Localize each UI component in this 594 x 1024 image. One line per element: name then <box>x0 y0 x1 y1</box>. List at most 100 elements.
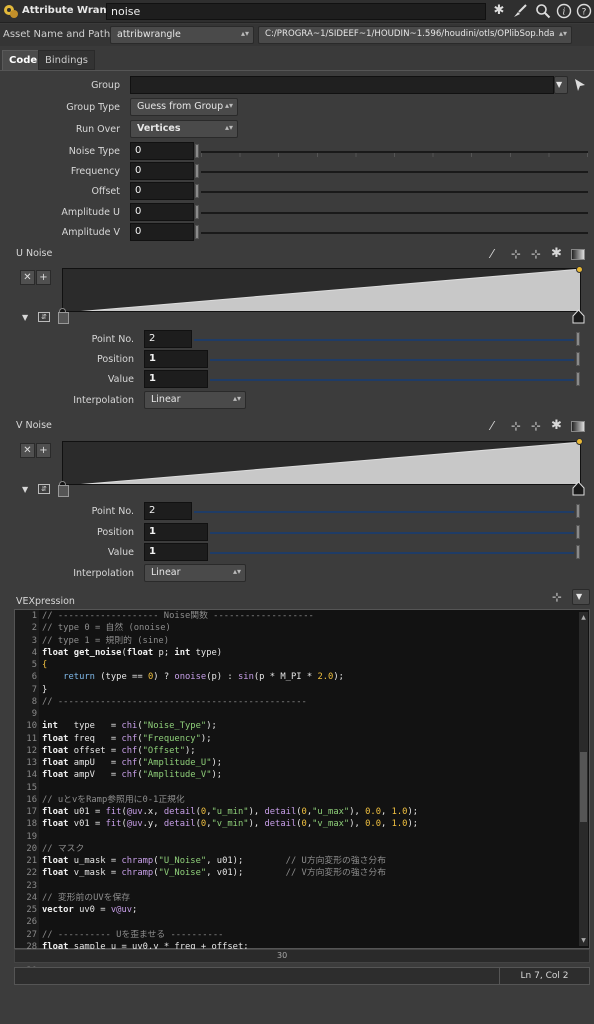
ramp-spread-icon[interactable]: ⊹ <box>511 419 521 433</box>
u-noise-point-slider[interactable] <box>194 339 574 341</box>
amplitude-u-field[interactable]: 0 <box>130 203 194 221</box>
u-noise-interp-dropdown[interactable]: Linear ▴▾ <box>144 391 246 409</box>
amplitude-v-slider-handle[interactable] <box>195 225 199 239</box>
asset-path-dropdown[interactable]: C:/PROGRA~1/SIDEEF~1/HOUDIN~1.596/houdin… <box>258 26 572 44</box>
code-line[interactable]: 14 float ampV = chf("Amplitude_V"); <box>15 769 577 781</box>
v-noise-point-slider[interactable] <box>194 511 574 513</box>
v-noise-expand-icon[interactable]: ⇵ <box>38 484 50 494</box>
search-icon[interactable] <box>535 3 551 19</box>
v-noise-delete-point-button[interactable]: ✕ <box>20 443 35 458</box>
ramp-edit-icon[interactable]: ⁄ <box>491 419 493 433</box>
horizontal-scrollbar[interactable]: 30 <box>14 949 590 963</box>
code-line[interactable]: 24 // 変形前のUVを保存 <box>15 892 577 904</box>
frequency-field[interactable]: 0 <box>130 162 194 180</box>
amplitude-u-slider-handle[interactable] <box>195 205 199 219</box>
code-line[interactable]: 7} <box>15 684 577 696</box>
code-line[interactable]: 17 float u01 = fit(@uv.x, detail(0,"u_min… <box>15 806 577 818</box>
code-line[interactable]: 25 vector uv0 = v@uv; <box>15 904 577 916</box>
v-noise-position-handle[interactable] <box>576 525 580 539</box>
snippet-icon[interactable]: ⊹ <box>552 590 570 606</box>
code-line[interactable]: 6 return (type == 0) ? onoise(p) : sin(p… <box>15 671 577 683</box>
noise-type-slider-handle[interactable] <box>195 144 199 158</box>
v-noise-value-slider[interactable] <box>210 552 574 554</box>
vertical-scrollbar[interactable]: ▲ ▼ <box>579 612 588 946</box>
u-noise-end-key[interactable] <box>572 309 585 324</box>
ramp-gear-icon[interactable]: ✱ <box>551 418 562 433</box>
u-noise-add-point-button[interactable]: + <box>36 270 51 285</box>
ramp-edit-icon[interactable]: ⁄ <box>491 247 493 261</box>
select-arrow-icon[interactable] <box>574 78 586 92</box>
code-line[interactable]: 22 float v_mask = chramp("V_Noise", v01);… <box>15 867 577 879</box>
ramp-gradient-icon[interactable] <box>571 249 585 260</box>
code-line[interactable]: 11 float freq = chf("Frequency"); <box>15 733 577 745</box>
ramp-gear-icon[interactable]: ✱ <box>551 246 562 261</box>
v-noise-position-field[interactable]: 1 <box>144 523 208 541</box>
code-line[interactable]: 16 // uとvをRamp参照用に0-1正規化 <box>15 794 577 806</box>
info-icon[interactable]: i <box>556 3 572 19</box>
v-noise-point-handle[interactable] <box>576 504 580 518</box>
u-noise-collapse-icon[interactable]: ▼ <box>22 313 28 322</box>
code-line[interactable]: 13 float ampU = chf("Amplitude_U"); <box>15 757 577 769</box>
u-noise-delete-point-button[interactable]: ✕ <box>20 270 35 285</box>
v-noise-value-field[interactable]: 1 <box>144 543 208 561</box>
u-noise-position-slider[interactable] <box>210 359 574 361</box>
code-line[interactable]: 20 // マスク <box>15 843 577 855</box>
v-noise-end-key[interactable] <box>572 481 585 496</box>
v-noise-start-key[interactable] <box>58 485 69 497</box>
u-noise-position-handle[interactable] <box>576 352 580 366</box>
help-icon[interactable]: ? <box>576 3 592 19</box>
u-noise-value-field[interactable]: 1 <box>144 370 208 388</box>
u-noise-start-key[interactable] <box>58 312 69 324</box>
vex-code-editor[interactable]: 1 // ------------------- Noise関数 --------… <box>14 609 590 976</box>
u-noise-expand-icon[interactable]: ⇵ <box>38 312 50 322</box>
v-noise-position-slider[interactable] <box>210 532 574 534</box>
code-line[interactable]: 12 float offset = chf("Offset"); <box>15 745 577 757</box>
amplitude-v-field[interactable]: 0 <box>130 223 194 241</box>
code-line[interactable]: 8 // ------------------------------------… <box>15 696 577 708</box>
amplitude-v-slider-track[interactable] <box>201 232 588 234</box>
code-line[interactable]: 5{ <box>15 659 577 671</box>
v-noise-interp-dropdown[interactable]: Linear ▴▾ <box>144 564 246 582</box>
u-noise-position-field[interactable]: 1 <box>144 350 208 368</box>
v-noise-end-point[interactable] <box>576 438 583 445</box>
scroll-up-icon[interactable]: ▲ <box>579 614 588 621</box>
v-noise-add-point-button[interactable]: + <box>36 443 51 458</box>
gear-icon[interactable]: ✱ <box>491 3 507 19</box>
code-line[interactable]: 2 // type 0 = 自然 (onoise) <box>15 622 577 634</box>
offset-slider-track[interactable] <box>201 191 588 193</box>
scroll-down-icon[interactable]: ▼ <box>579 937 588 944</box>
group-dropdown-button[interactable]: ▼ <box>554 76 568 94</box>
code-line[interactable]: 1 // ------------------- Noise関数 --------… <box>15 610 577 622</box>
code-line[interactable]: 26 <box>15 916 577 928</box>
vex-menu-button[interactable]: ▼ <box>572 589 590 605</box>
v-noise-ramp-graph[interactable] <box>62 441 581 485</box>
v-noise-collapse-icon[interactable]: ▼ <box>22 485 28 494</box>
ramp-flip-icon[interactable]: ⊹ <box>531 247 541 261</box>
code-line[interactable]: 18 float v01 = fit(@uv.y, detail(0,"v_min… <box>15 818 577 830</box>
u-noise-point-handle[interactable] <box>576 332 580 346</box>
ramp-gradient-icon[interactable] <box>571 421 585 432</box>
run-over-dropdown[interactable]: Vertices ▴▾ <box>130 120 238 138</box>
code-line[interactable]: 15 <box>15 782 577 794</box>
code-line[interactable]: 10 int type = chi("Noise_Type"); <box>15 720 577 732</box>
tab-bindings[interactable]: Bindings <box>38 50 95 70</box>
brush-icon[interactable] <box>512 3 528 19</box>
noise-type-field[interactable]: 0 <box>130 142 194 160</box>
code-line[interactable]: 21 float u_mask = chramp("U_Noise", u01);… <box>15 855 577 867</box>
code-line[interactable]: 3 // type 1 = 規則的 (sine) <box>15 635 577 647</box>
v-noise-value-handle[interactable] <box>576 545 580 559</box>
frequency-slider-handle[interactable] <box>195 164 199 178</box>
u-noise-value-slider[interactable] <box>210 379 574 381</box>
ramp-spread-icon[interactable]: ⊹ <box>511 247 521 261</box>
offset-slider-handle[interactable] <box>195 184 199 198</box>
u-noise-value-handle[interactable] <box>576 372 580 386</box>
u-noise-end-point[interactable] <box>576 266 583 273</box>
asset-name-dropdown[interactable]: attribwrangle ▴▾ <box>110 26 254 44</box>
code-line[interactable]: 9 <box>15 708 577 720</box>
frequency-slider-track[interactable] <box>201 171 588 173</box>
code-line[interactable]: 27 // ---------- Uを歪ませる ---------- <box>15 929 577 941</box>
amplitude-u-slider-track[interactable] <box>201 212 588 214</box>
offset-field[interactable]: 0 <box>130 182 194 200</box>
group-type-dropdown[interactable]: Guess from Group ▴▾ <box>130 98 238 116</box>
code-line[interactable]: 19 <box>15 831 577 843</box>
